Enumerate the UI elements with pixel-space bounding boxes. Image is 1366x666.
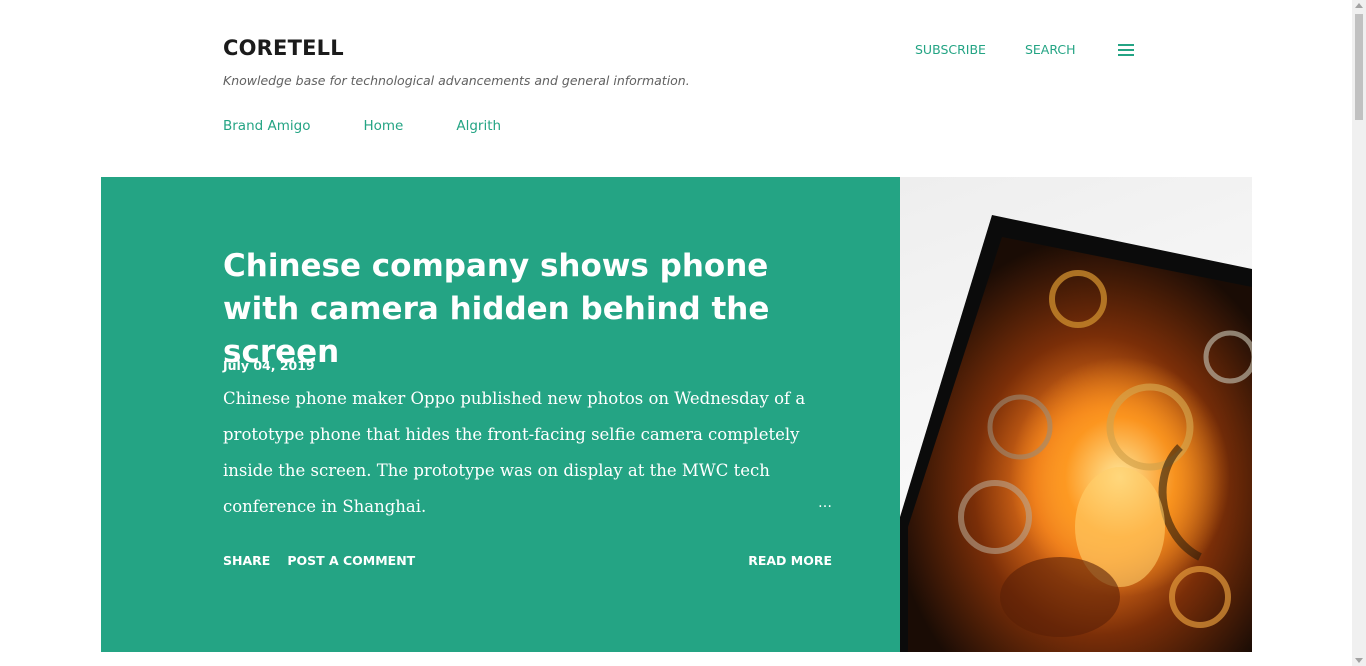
post-snippet: Chinese phone maker Oppo published new p… bbox=[223, 389, 806, 516]
post-actions: SHARE POST A COMMENT READ MORE bbox=[223, 553, 832, 568]
page-nav: Brand Amigo Home Algrith bbox=[223, 118, 501, 134]
subscribe-button[interactable]: SUBSCRIBE bbox=[915, 42, 986, 58]
share-button[interactable]: SHARE bbox=[223, 553, 270, 568]
page-scrollbar[interactable] bbox=[1352, 0, 1366, 666]
scroll-down-icon[interactable] bbox=[1355, 658, 1363, 663]
scroll-up-icon[interactable] bbox=[1355, 3, 1363, 8]
scrollbar-thumb[interactable] bbox=[1355, 14, 1363, 120]
snippet-ellipsis: … bbox=[818, 495, 832, 511]
blog-header: CORETELL Knowledge base for technologica… bbox=[0, 0, 1352, 177]
read-more-button[interactable]: READ MORE bbox=[748, 553, 832, 568]
search-button[interactable]: SEARCH bbox=[1025, 42, 1076, 58]
featured-post-image[interactable] bbox=[900, 177, 1252, 652]
post-comment-button[interactable]: POST A COMMENT bbox=[287, 553, 415, 568]
phone-photo bbox=[900, 215, 1252, 652]
post-date[interactable]: July 04, 2019 bbox=[223, 358, 315, 373]
header-actions: SUBSCRIBE SEARCH bbox=[915, 42, 1134, 58]
nav-link-brand-amigo[interactable]: Brand Amigo bbox=[223, 118, 310, 134]
blog-description: Knowledge base for technological advance… bbox=[223, 73, 690, 88]
post-title[interactable]: Chinese company shows phone with camera … bbox=[223, 245, 843, 374]
nav-link-algrith[interactable]: Algrith bbox=[456, 118, 501, 134]
featured-post: Chinese company shows phone with camera … bbox=[101, 177, 900, 652]
blog-title[interactable]: CORETELL bbox=[223, 36, 344, 60]
nav-link-home[interactable]: Home bbox=[363, 118, 403, 134]
hamburger-menu-icon[interactable] bbox=[1117, 44, 1134, 56]
